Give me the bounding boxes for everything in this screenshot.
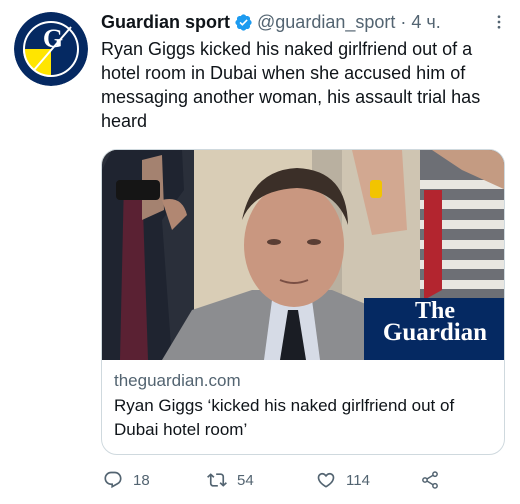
like-button[interactable]: 114 <box>316 470 420 490</box>
avatar-letter: G <box>43 24 63 53</box>
avatar[interactable]: G <box>14 12 88 86</box>
separator-dot: · <box>400 11 407 32</box>
guardian-logo: The Guardian <box>364 299 504 346</box>
retweet-button[interactable]: 54 <box>207 470 316 490</box>
card-title: Ryan Giggs ‘kicked his naked girlfriend … <box>114 396 455 439</box>
more-icon[interactable] <box>489 12 509 32</box>
verified-icon <box>234 13 253 32</box>
link-card[interactable]: The Guardian theguardian.com Ryan Giggs … <box>101 149 505 455</box>
card-domain: theguardian.com <box>114 371 241 390</box>
logo-line2: Guardian <box>382 319 488 346</box>
card-meta: theguardian.com Ryan Giggs ‘kicked his n… <box>102 360 504 454</box>
like-count: 114 <box>346 471 370 489</box>
tweet-content: Guardian sport @guardian_sport · 4 ч. Ry… <box>101 10 507 455</box>
reply-icon <box>104 471 122 489</box>
retweet-icon <box>207 473 227 487</box>
author-name[interactable]: Guardian sport <box>101 12 230 33</box>
tweet-time[interactable]: 4 ч. <box>411 12 440 33</box>
card-image: The Guardian <box>102 150 504 360</box>
like-icon <box>317 472 335 488</box>
tweet-actions: 18 54 114 <box>103 470 440 490</box>
reply-count: 18 <box>133 471 150 489</box>
tweet-text: Ryan Giggs kicked his naked girlfriend o… <box>101 39 481 131</box>
share-icon <box>422 471 438 489</box>
share-button[interactable] <box>420 470 440 490</box>
retweet-count: 54 <box>237 471 254 489</box>
author-handle[interactable]: @guardian_sport <box>257 12 395 33</box>
reply-button[interactable]: 18 <box>103 470 207 490</box>
tweet-header: Guardian sport @guardian_sport · 4 ч. <box>101 10 507 34</box>
